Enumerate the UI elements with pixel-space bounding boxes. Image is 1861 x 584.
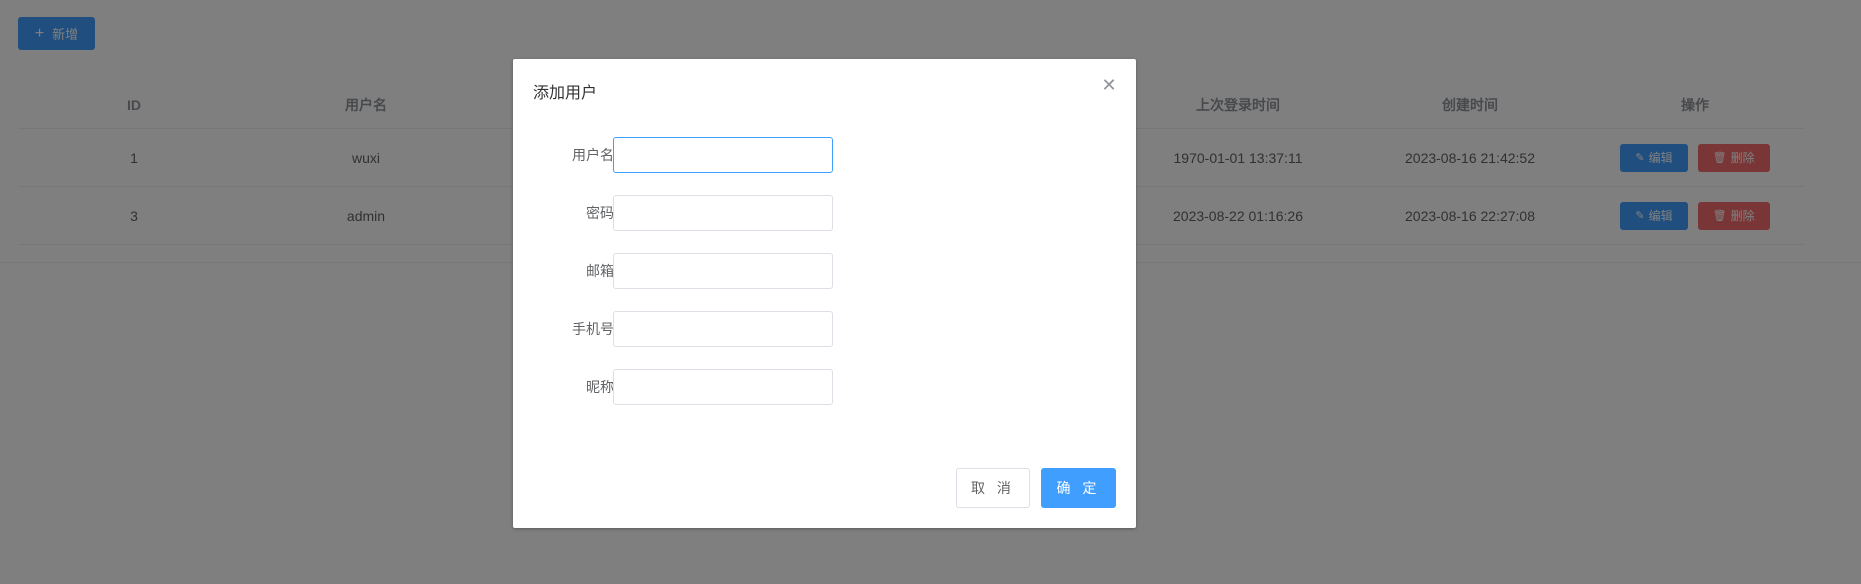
form-item-username: 用户名 (513, 137, 1136, 173)
confirm-button[interactable]: 确 定 (1041, 468, 1116, 508)
username-label: 用户名 (572, 147, 614, 163)
username-input[interactable] (613, 137, 833, 173)
nickname-input[interactable] (613, 369, 833, 405)
form-item-email: 邮箱 (513, 253, 1136, 289)
close-icon[interactable]: ✕ (1100, 76, 1118, 94)
add-user-dialog: 添加用户 ✕ 用户名 密码 邮箱 手机号 昵称 取 消 确 定 (513, 59, 1136, 528)
password-input[interactable] (613, 195, 833, 231)
dialog-title: 添加用户 (533, 85, 598, 102)
form-item-nickname: 昵称 (513, 369, 1136, 405)
phone-label: 手机号 (572, 321, 614, 337)
form-item-phone: 手机号 (513, 311, 1136, 347)
email-input[interactable] (613, 253, 833, 289)
cancel-button[interactable]: 取 消 (956, 468, 1030, 508)
form-item-password: 密码 (513, 195, 1136, 231)
phone-input[interactable] (613, 311, 833, 347)
nickname-label: 昵称 (586, 379, 614, 395)
email-label: 邮箱 (586, 263, 614, 279)
password-label: 密码 (586, 205, 614, 221)
